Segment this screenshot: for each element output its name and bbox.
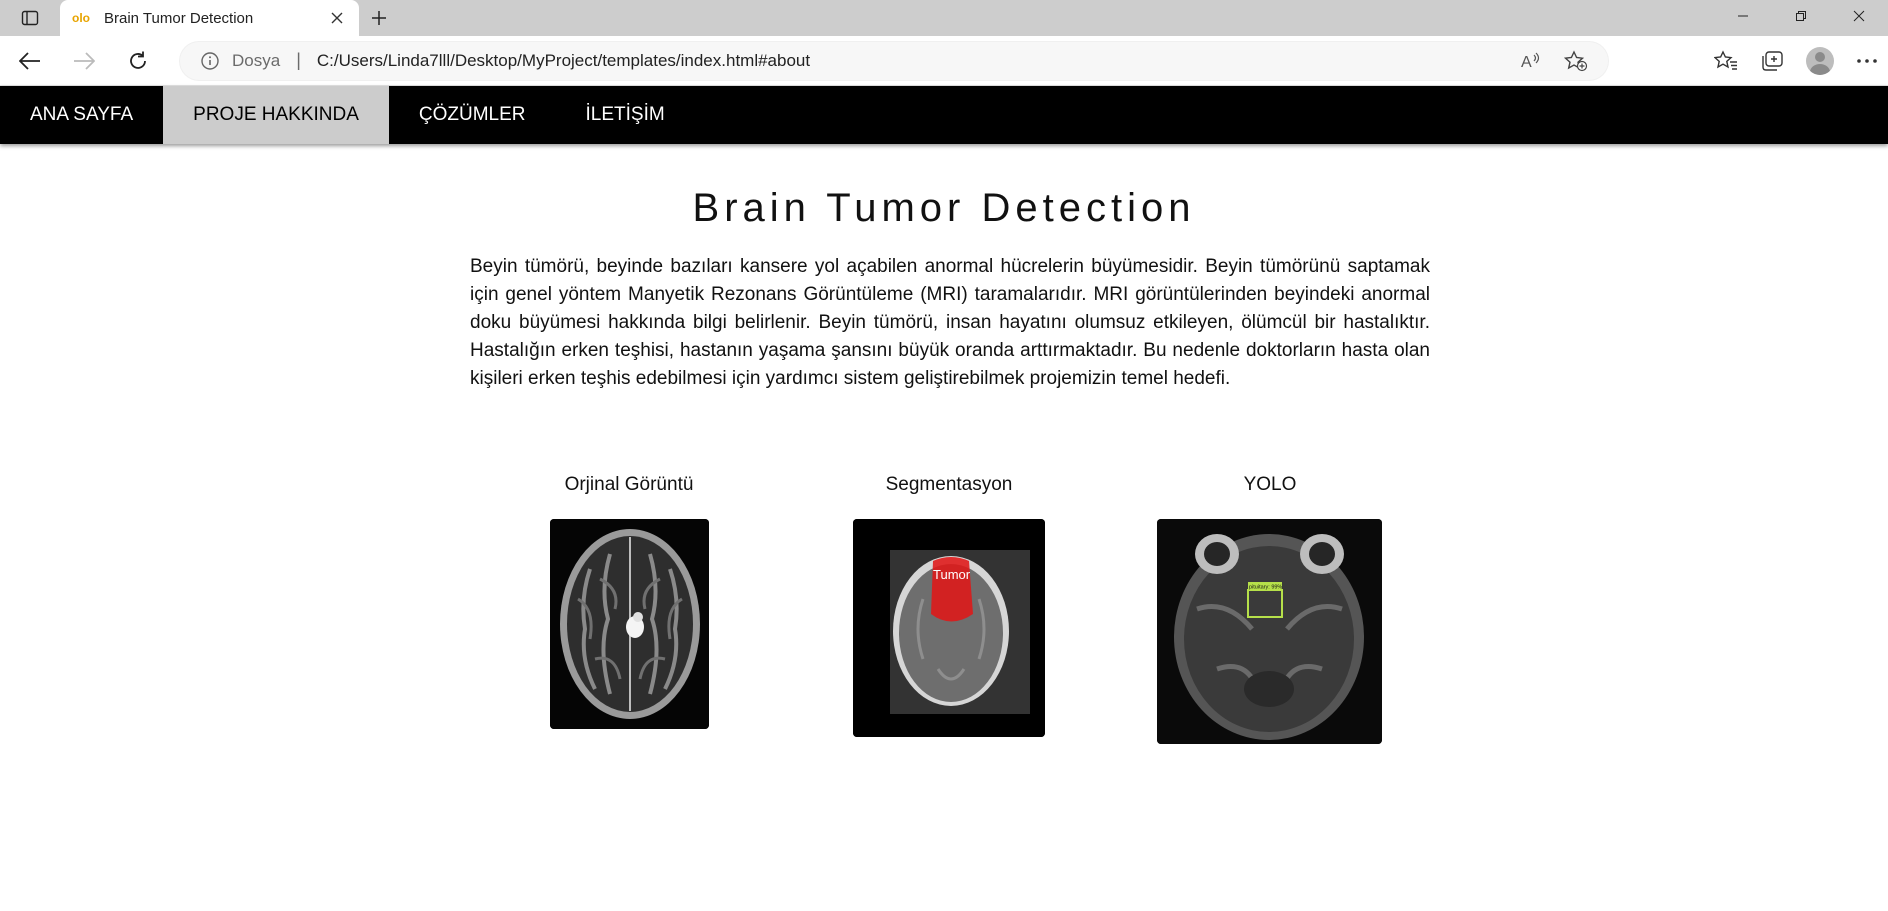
tab-actions-button[interactable]: [0, 0, 60, 36]
close-window-button[interactable]: [1830, 0, 1888, 32]
original-image-caption: Orjinal Görüntü: [564, 474, 694, 495]
read-aloud-icon[interactable]: A: [1520, 51, 1542, 71]
plus-icon: [372, 11, 386, 25]
favicon-icon: olo: [72, 11, 90, 25]
original-mri-image: [550, 519, 709, 729]
page-title: Brain Tumor Detection: [692, 186, 1196, 230]
yolo-detection-label: pituitary: 99%: [1249, 585, 1282, 591]
minimize-button[interactable]: [1714, 0, 1772, 32]
more-options-icon[interactable]: [1856, 57, 1878, 65]
yolo-caption: YOLO: [1243, 474, 1297, 495]
url-scheme-label: Dosya: [232, 50, 281, 70]
site-navbar: ANA SAYFA PROJE HAKKINDA ÇÖZÜMLER İLETİŞ…: [0, 86, 1888, 144]
tab-actions-icon: [21, 10, 39, 26]
tab-title: Brain Tumor Detection: [104, 9, 254, 27]
yolo-mri-svg: pituitary: 99%: [1157, 519, 1382, 744]
segmentation-mri-svg: Tumor: [853, 519, 1045, 737]
forward-button[interactable]: [64, 43, 104, 79]
info-icon[interactable]: [200, 51, 220, 71]
close-icon: [331, 12, 343, 24]
nav-item-iletisim[interactable]: İLETİŞİM: [556, 86, 695, 144]
favorites-icon[interactable]: [1714, 49, 1738, 72]
nav-item-proje-hakkinda[interactable]: PROJE HAKKINDA: [163, 86, 389, 144]
svg-text:A: A: [1521, 54, 1532, 71]
segmentation-mri-image: Tumor: [853, 519, 1045, 737]
tumor-label: Tumor: [933, 567, 971, 582]
omnibox-actions: A: [1520, 49, 1588, 72]
browser-tabstrip: olo Brain Tumor Detection: [0, 0, 1888, 36]
url-text[interactable]: C:/Users/Linda7lll/Desktop/MyProject/tem…: [317, 51, 1520, 71]
back-arrow-icon: [19, 51, 40, 70]
new-tab-button[interactable]: [359, 0, 399, 36]
window-controls: [1714, 0, 1888, 32]
yolo-mri-image: pituitary: 99%: [1157, 519, 1382, 744]
collections-icon[interactable]: [1760, 50, 1784, 72]
original-mri-svg: [550, 519, 709, 729]
about-paragraph: Beyin tümörü, beyinde bazıları kansere y…: [470, 256, 1430, 389]
back-button[interactable]: [10, 43, 50, 79]
restore-button[interactable]: [1772, 0, 1830, 32]
nav-item-ana-sayfa[interactable]: ANA SAYFA: [0, 86, 163, 144]
profile-avatar[interactable]: [1806, 46, 1834, 75]
segmentation-caption: Segmentasyon: [885, 474, 1013, 495]
close-window-icon: [1853, 10, 1865, 22]
browser-toolbar: Dosya | C:/Users/Linda7lll/Desktop/MyPro…: [0, 36, 1888, 86]
tab-close-button[interactable]: [327, 8, 347, 28]
url-separator: |: [296, 50, 301, 70]
forward-arrow-icon: [74, 51, 95, 70]
nav-item-cozumler[interactable]: ÇÖZÜMLER: [389, 86, 556, 144]
restore-icon: [1796, 11, 1806, 21]
toolbar-right: [1714, 46, 1878, 75]
add-favorite-icon[interactable]: [1564, 49, 1588, 72]
refresh-icon: [130, 51, 146, 69]
address-bar[interactable]: Dosya | C:/Users/Linda7lll/Desktop/MyPro…: [180, 41, 1608, 80]
refresh-button[interactable]: [118, 43, 158, 79]
minimize-icon: [1738, 15, 1748, 17]
browser-tab[interactable]: olo Brain Tumor Detection: [60, 0, 359, 36]
